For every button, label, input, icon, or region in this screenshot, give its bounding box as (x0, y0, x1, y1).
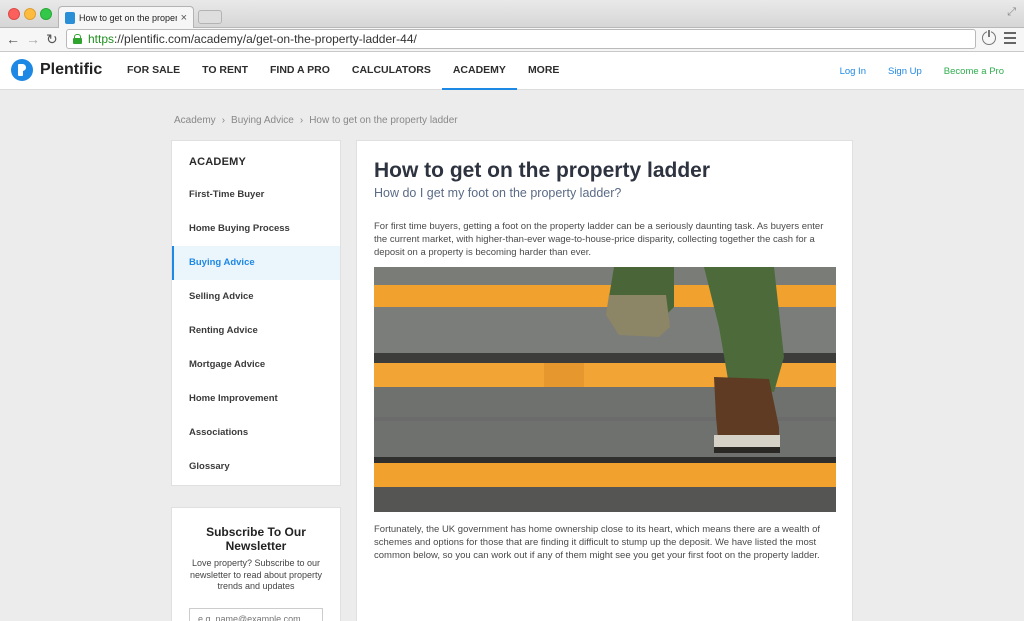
breadcrumb-current: How to get on the property ladder (309, 115, 458, 126)
sidebar-title: ACADEMY (189, 156, 247, 168)
article-paragraph: Fortunately, the UK government has home … (374, 524, 821, 561)
sidebar-item-renting-advice[interactable]: Renting Advice (172, 314, 340, 348)
article-title: How to get on the property ladder (374, 159, 711, 182)
nav-more[interactable]: MORE (517, 52, 571, 90)
nav-calculators[interactable]: CALCULATORS (341, 52, 442, 90)
browser-tab[interactable]: How to get on the property ladder × (58, 6, 194, 29)
login-link[interactable]: Log In (840, 66, 866, 77)
forward-arrow-icon[interactable]: → (26, 31, 40, 47)
sidebar-item-associations[interactable]: Associations (172, 416, 340, 450)
article-subtitle: How do I get my foot on the property lad… (374, 186, 622, 200)
newsletter-box: Subscribe To Our Newsletter Love propert… (171, 507, 341, 621)
nav-to-rent[interactable]: TO RENT (191, 52, 259, 90)
newsletter-email-input[interactable] (189, 608, 323, 621)
breadcrumb-separator: › (299, 115, 304, 126)
url-text: https://plentific.com/academy/a/get-on-t… (88, 32, 417, 46)
address-bar[interactable]: https://plentific.com/academy/a/get-on-t… (66, 29, 976, 49)
site-header: Plentific FOR SALE TO RENT FIND A PRO CA… (0, 52, 1024, 90)
fullscreen-icon[interactable]: ⤢ (1007, 6, 1016, 19)
become-a-pro-link[interactable]: Become a Pro (944, 66, 1004, 77)
nav-for-sale[interactable]: FOR SALE (116, 52, 191, 90)
sidebar-item-home-improvement[interactable]: Home Improvement (172, 382, 340, 416)
main-nav: FOR SALE TO RENT FIND A PRO CALCULATORS … (116, 52, 570, 90)
lock-icon (73, 34, 82, 44)
logo-text: Plentific (40, 61, 103, 78)
academy-sidebar: ACADEMY First-Time Buyer Home Buying Pro… (171, 140, 341, 486)
plentific-favicon-icon (65, 12, 75, 24)
auth-links: Log In Sign Up Become a Pro (818, 52, 1004, 90)
breadcrumb-academy[interactable]: Academy (174, 115, 216, 126)
window-minimize-button[interactable] (24, 8, 36, 20)
signup-link[interactable]: Sign Up (888, 66, 922, 77)
hero-image (374, 267, 836, 512)
sidebar-item-home-buying-process[interactable]: Home Buying Process (172, 212, 340, 246)
breadcrumb-separator: › (221, 115, 226, 126)
power-icon[interactable] (982, 29, 996, 45)
window-maximize-button[interactable] (40, 8, 52, 20)
sidebar-item-glossary[interactable]: Glossary (172, 450, 340, 484)
sidebar-item-selling-advice[interactable]: Selling Advice (172, 280, 340, 314)
browser-toolbar: ← → ↻ https://plentific.com/academy/a/ge… (0, 28, 1024, 52)
sidebar-item-mortgage-advice[interactable]: Mortgage Advice (172, 348, 340, 382)
nav-academy[interactable]: ACADEMY (441, 52, 517, 90)
breadcrumb-buying-advice[interactable]: Buying Advice (231, 115, 294, 126)
tab-title: How to get on the property ladder (79, 13, 177, 23)
close-tab-icon[interactable]: × (181, 12, 187, 24)
sidebar-item-first-time-buyer[interactable]: First-Time Buyer (172, 178, 340, 212)
sidebar-item-buying-advice[interactable]: Buying Advice (172, 246, 340, 280)
breadcrumb: Academy › Buying Advice › How to get on … (174, 115, 458, 126)
article-card: How to get on the property ladder How do… (356, 140, 853, 621)
window-close-button[interactable] (8, 8, 20, 20)
new-tab-button[interactable] (198, 10, 222, 24)
plentific-logo[interactable]: Plentific (11, 59, 102, 81)
nav-find-a-pro[interactable]: FIND A PRO (259, 52, 341, 90)
plentific-logo-icon (11, 59, 33, 81)
newsletter-title: Subscribe To Our Newsletter (206, 525, 306, 553)
article-paragraph: For first time buyers, getting a foot on… (374, 221, 824, 258)
hamburger-menu-icon[interactable] (1004, 32, 1016, 47)
reload-icon[interactable]: ↻ (46, 31, 58, 47)
back-arrow-icon[interactable]: ← (6, 31, 20, 47)
browser-titlebar: How to get on the property ladder × ⤢ (0, 0, 1024, 29)
newsletter-text: Love property? Subscribe to our newslett… (189, 558, 323, 591)
stairs-image (374, 267, 836, 512)
